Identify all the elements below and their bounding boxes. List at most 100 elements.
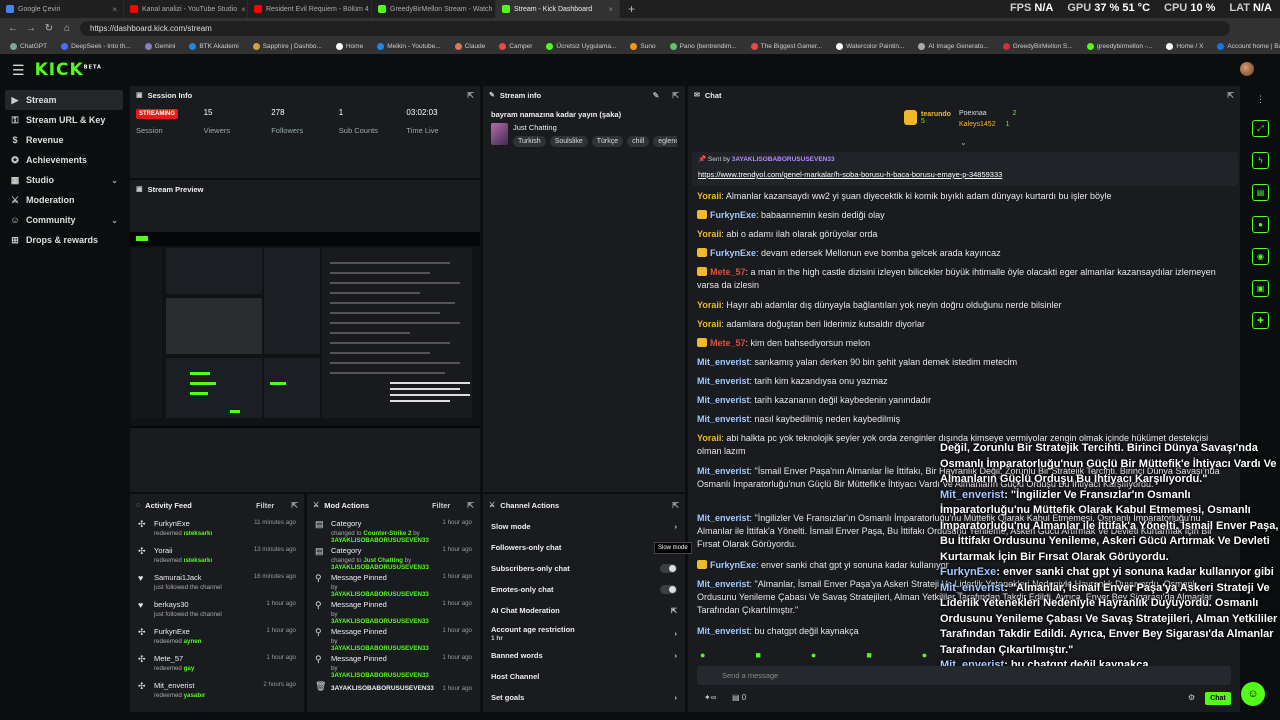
- tag-pill[interactable]: Soulslike: [549, 136, 588, 147]
- list-item[interactable]: ⚲ Message Pinned by 3AYAKLISOBABORUSUSEVEN…: [307, 597, 480, 625]
- sidebar-item-stream-url-key[interactable]: ⚿ Stream URL & Key: [0, 110, 128, 130]
- list-item[interactable]: ✣ FurkynExe redeemed aynen 1 hour ago: [130, 624, 304, 651]
- bookmark-item[interactable]: DeepSeek - Into th...: [61, 42, 131, 50]
- channel-action-host-channel[interactable]: Host Channel: [483, 666, 685, 687]
- infinity-icon[interactable]: ✦∞: [704, 693, 716, 702]
- sidebar-item-community[interactable]: ☺ Community ⌄: [0, 210, 128, 230]
- bolt-icon[interactable]: ϟ: [1252, 152, 1269, 169]
- emote-icon[interactable]: ●: [700, 650, 705, 660]
- chat-username[interactable]: FurkynExe: [710, 248, 756, 258]
- list-item[interactable]: 🗑 3AYAKLISOBABORUSUSEVEN33 1 hour ago: [307, 678, 480, 705]
- list-item[interactable]: ✣ Mete_57 redeemed gay 1 hour ago: [130, 651, 304, 678]
- chat-username[interactable]: Mit_enverist: [697, 626, 750, 636]
- chevron-right-icon[interactable]: ›: [675, 522, 678, 531]
- chat-username[interactable]: Mit_enverist: [697, 414, 750, 424]
- external-link-icon[interactable]: ⇱: [671, 607, 677, 615]
- chevron-right-icon[interactable]: ›: [675, 629, 678, 638]
- tag-pill[interactable]: Turkish: [513, 136, 546, 147]
- chat-username[interactable]: Mit_enverist: [697, 376, 750, 386]
- channel-action-banned-words[interactable]: Banned words ›: [483, 645, 685, 666]
- chat-username[interactable]: Yoraii: [697, 191, 721, 201]
- bookmark-item[interactable]: Pano (bentrendim...: [669, 42, 737, 50]
- list-item[interactable]: ⚲ Message Pinned by 3AYAKLISOBABORUSUSEVEN…: [307, 624, 480, 652]
- chat-username[interactable]: FurkynExe: [710, 560, 756, 570]
- toggle-switch[interactable]: [660, 585, 677, 594]
- document-icon[interactable]: ▤: [1252, 184, 1269, 201]
- list-item[interactable]: ♥ berkays30 just followed the channel 1 hou…: [130, 597, 304, 624]
- bookmark-item[interactable]: Suno: [630, 42, 656, 50]
- bookmark-item[interactable]: GreedyBirMellon S...: [1002, 42, 1073, 50]
- chevron-down-icon[interactable]: ⌄: [111, 216, 118, 225]
- bookmark-item[interactable]: Claude: [454, 42, 485, 50]
- tag-pill[interactable]: eglenc: [653, 136, 677, 147]
- bookmark-item[interactable]: Watercolor Paintin...: [836, 42, 904, 50]
- chat-username[interactable]: Mete_57: [710, 267, 746, 277]
- chat-username[interactable]: FurkynExe: [710, 210, 756, 220]
- popout-icon[interactable]: ⇱: [1227, 91, 1234, 100]
- list-item[interactable]: ♥ Samurai1Jack just followed the channel 16…: [130, 570, 304, 597]
- popout-icon[interactable]: ⇱: [672, 91, 679, 100]
- channel-action-set-goals[interactable]: Set goals ›: [483, 687, 685, 708]
- list-item[interactable]: ✣ FurkynExe redeemed ısteksarkı 11 minutes …: [130, 516, 304, 543]
- list-item[interactable]: ⚲ Message Pinned by 3AYAKLISOBABORUSUSEVEN…: [307, 570, 480, 598]
- bookmark-item[interactable]: AI Image Generato...: [918, 42, 989, 50]
- list-item[interactable]: ✣ Mit_enverist redeemed yasabır 2 hours ago: [130, 678, 304, 705]
- channel-action-account-age-restriction[interactable]: Account age restriction 1 hr ›: [483, 621, 685, 645]
- browser-tab[interactable]: Resident Evil Requiem - Bölüm 4×: [248, 0, 372, 18]
- menu-icon[interactable]: ☰: [12, 62, 25, 79]
- chat-username[interactable]: Yoraii: [697, 319, 721, 329]
- bookmark-item[interactable]: The Biggest Gamer...: [750, 42, 822, 50]
- chat-username[interactable]: Mit_enverist: [697, 466, 750, 476]
- popout-icon[interactable]: ⇱: [672, 501, 679, 510]
- close-icon[interactable]: ×: [241, 5, 246, 14]
- chevron-right-icon[interactable]: ›: [675, 651, 678, 660]
- settings-icon[interactable]: ⚙: [1188, 693, 1195, 702]
- url-input[interactable]: https://dashboard.kick.com/stream: [80, 20, 1230, 36]
- chat-username[interactable]: Mit_enverist: [697, 579, 750, 589]
- tag-pill[interactable]: chill: [627, 136, 650, 147]
- broadcast-icon[interactable]: ◉: [1252, 248, 1269, 265]
- tag-pill[interactable]: Türkçe: [591, 136, 624, 147]
- kick-logo[interactable]: KICKBETA: [35, 60, 102, 80]
- list-item[interactable]: ✣ Yoraii redeemed ısteksarkı 13 minutes ago: [130, 543, 304, 570]
- chat-username[interactable]: Yoraii: [697, 300, 721, 310]
- chat-username[interactable]: Yoraii: [697, 433, 721, 443]
- popout-icon[interactable]: ⇱: [291, 501, 298, 510]
- list-item[interactable]: ▤ Category changed to Just Chatting by 3AYA…: [307, 543, 480, 571]
- channel-action-slow-mode[interactable]: Slow mode ›: [483, 516, 685, 537]
- emote-icon[interactable]: ■: [755, 650, 760, 660]
- chevron-right-icon[interactable]: ›: [675, 693, 678, 702]
- home-icon[interactable]: ⌂: [62, 23, 72, 34]
- sidebar-item-moderation[interactable]: ⚔ Moderation: [0, 190, 128, 210]
- list-item[interactable]: ⚲ Message Pinned by 3AYAKLISOBABORUSUSEVEN…: [307, 651, 480, 679]
- bookmark-item[interactable]: BTK Akademi: [189, 42, 239, 50]
- emote-icon[interactable]: ●: [922, 650, 927, 660]
- chevron-down-icon[interactable]: ⌄: [960, 138, 967, 147]
- support-chat-icon[interactable]: ☺: [1241, 682, 1265, 706]
- bookmark-item[interactable]: Camper: [499, 42, 532, 50]
- bookmark-item[interactable]: ChatGPT: [10, 42, 47, 50]
- emote-icon[interactable]: ●: [811, 650, 816, 660]
- bookmark-item[interactable]: Ücretsiz Uygulama...: [546, 42, 616, 50]
- new-tab-button[interactable]: +: [620, 2, 643, 16]
- chat-username[interactable]: Mete_57: [710, 338, 746, 348]
- emote-icon[interactable]: ■: [866, 650, 871, 660]
- fullscreen-icon[interactable]: ⤢: [1252, 120, 1269, 137]
- sidebar-item-revenue[interactable]: $ Revenue: [0, 130, 128, 150]
- close-icon[interactable]: ×: [608, 5, 613, 14]
- toggle-switch[interactable]: [660, 564, 677, 573]
- channel-action-emotes-only-chat[interactable]: Emotes-only chat: [483, 579, 685, 600]
- channel-action-subscribers-only-chat[interactable]: Subscribers-only chat: [483, 558, 685, 579]
- browser-tab[interactable]: Kanal analizi - YouTube Studio ×: [124, 0, 248, 18]
- stream-preview-video[interactable]: [130, 232, 480, 428]
- chat-username[interactable]: Mit_enverist: [697, 357, 750, 367]
- avatar[interactable]: [1240, 62, 1254, 76]
- bookmark-item[interactable]: greedybirmellon -...: [1086, 42, 1152, 50]
- chat-username[interactable]: Mit_enverist: [697, 513, 750, 523]
- bookmark-item[interactable]: Gemini: [144, 42, 175, 50]
- filter-button[interactable]: Filter: [432, 501, 450, 510]
- forward-icon[interactable]: →: [26, 23, 36, 34]
- sidebar-item-achievements[interactable]: ✪ Achievements: [0, 150, 128, 170]
- bookmark-item[interactable]: Account home | Ba...: [1217, 42, 1280, 50]
- edit-icon[interactable]: ✎: [653, 91, 660, 100]
